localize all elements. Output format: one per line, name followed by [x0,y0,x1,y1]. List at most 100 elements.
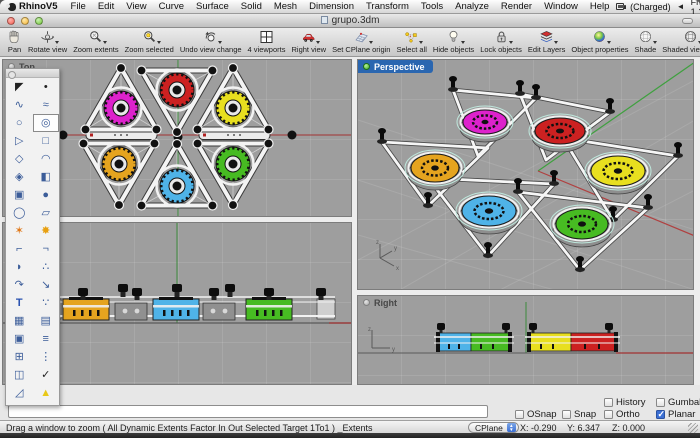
viewport-right-label[interactable]: Right [358,296,405,309]
toolbar-button-hide-objects[interactable]: Hide objects [433,29,474,54]
toolbar-button-edit-layers[interactable]: Edit Layers [528,29,565,54]
sphere-tool-icon[interactable]: ● [33,186,60,204]
battery-icon[interactable] [616,3,627,10]
menu-item-dimension[interactable]: Dimension [303,1,360,12]
surface-tool-icon[interactable]: ◈ [6,168,33,186]
polygon-tool-icon[interactable]: ◇ [6,150,33,168]
gear-yellow[interactable] [211,86,255,130]
toolbar-button-lock-objects[interactable]: Lock objects [480,29,522,54]
front-block-orange[interactable] [62,297,110,321]
copy-tool-icon[interactable]: ◫ [6,366,33,384]
point-cloud-tool-icon[interactable]: ∴ [33,258,60,276]
toolbar-button-right-view[interactable]: Right view [291,29,326,54]
toolbar-button-set-cplane-origin[interactable]: Set CPlane origin [332,29,390,54]
viewport-perspective[interactable]: Perspective z y x [357,59,694,290]
point-edit-tool-icon[interactable]: ∵ [33,294,60,312]
cone-tool-icon[interactable]: ▲ [33,384,60,402]
menu-item-file[interactable]: File [65,1,92,12]
circle-tool-icon[interactable]: ○ [6,114,33,132]
menu-item-transform[interactable]: Transform [360,1,415,12]
front-block-blue[interactable] [152,297,200,321]
plane-tool-icon[interactable]: ▱ [33,204,60,222]
toolbar-button-zoom-selected[interactable]: Zoom selected [125,29,174,54]
toolbar-button-rotate-view[interactable]: Rotate view [28,29,67,54]
grid-array-tool-icon[interactable]: ⊞ [6,348,33,366]
extend-tool-icon[interactable]: ↘ [33,276,60,294]
planar-checkbox[interactable]: Planar [656,409,695,420]
snap-tool-icon[interactable]: ✶ [6,222,33,240]
rectangle-tool-icon[interactable]: □ [33,132,60,150]
gear-blue[interactable] [155,164,199,208]
fillet-tool-icon[interactable]: ⌐ [6,240,33,258]
menu-item-solid[interactable]: Solid [235,1,268,12]
patch-tool-icon[interactable]: ◧ [33,168,60,186]
menu-item-surface[interactable]: Surface [190,1,235,12]
explode-tool-icon[interactable]: ✸ [33,222,60,240]
toolbar-button-undo-view-change[interactable]: Undo view change [180,29,242,54]
gear-orange[interactable] [97,142,141,186]
menu-item-help[interactable]: Help [584,1,616,12]
persp-disk-yellow[interactable] [584,151,652,195]
viewport-perspective-label[interactable]: Perspective [358,60,433,73]
history-checkbox[interactable]: History [604,397,646,408]
arc-tool-icon[interactable]: ▷ [6,132,33,150]
blend-tool-icon[interactable]: ◗ [6,258,33,276]
array-tool-icon[interactable]: ▤ [33,312,60,330]
right-assembly-left[interactable] [434,323,514,352]
volume-icon[interactable]: ◄ [677,2,685,11]
right-assembly-right[interactable] [525,323,620,352]
menu-item-render[interactable]: Render [495,1,538,12]
persp-disk-magenta[interactable] [456,105,514,143]
toolbar-button-object-properties[interactable]: Object properties [571,29,629,54]
gear-green[interactable] [211,142,255,186]
menu-item-edit[interactable]: Edit [92,1,120,12]
front-block-green[interactable] [245,297,293,321]
rebuild-tool-icon[interactable]: ↷ [6,276,33,294]
menu-item-mesh[interactable]: Mesh [268,1,303,12]
text-tool-icon[interactable]: T [6,294,33,312]
check-tool-icon[interactable]: ✓ [33,366,60,384]
toolbar-toggle-lozenge[interactable] [682,18,693,24]
viewport-right[interactable]: Right z y [357,295,694,385]
trim-tool-icon[interactable]: ◿ [6,384,33,402]
dimension-tool-icon[interactable]: ≡ [33,330,60,348]
ellipse-tool-icon[interactable]: ◎ [32,114,59,132]
select-tool-icon[interactable]: ◤ [6,78,33,96]
curve-tool-icon[interactable]: ∿ [6,96,33,114]
box-tool-icon[interactable]: ▣ [6,186,33,204]
solid-edit-tool-icon[interactable]: ▣ [6,330,33,348]
ortho-checkbox[interactable]: Ortho [604,409,640,420]
cylinder-tool-icon[interactable]: ◯ [6,204,33,222]
gumball-checkbox[interactable]: Gumball [656,397,700,408]
persp-disk-orange[interactable] [404,149,466,191]
right-view-canvas[interactable]: z y [358,296,694,385]
toolbar-button-zoom-extents[interactable]: Zoom extents [73,29,119,54]
perspective-view-canvas[interactable]: z y x [358,60,694,290]
palette-header[interactable] [6,69,59,79]
snap-checkbox[interactable]: Snap [562,409,596,420]
freeform-tool-icon[interactable]: ◠ [33,150,60,168]
resize-grip[interactable] [688,423,698,433]
persp-disk-green[interactable] [549,204,615,248]
persp-disk-red[interactable] [528,113,592,153]
pin-tool-icon[interactable]: ⋮ [33,348,60,366]
menu-item-analyze[interactable]: Analyze [449,1,495,12]
point-tool-icon[interactable]: • [33,78,60,96]
osnap-checkbox[interactable]: OSnap [515,409,557,420]
persp-disk-blue[interactable] [455,191,523,235]
toolbar-button-pan[interactable]: Pan [7,29,22,54]
chamfer-tool-icon[interactable]: ¬ [33,240,60,258]
control-curve-tool-icon[interactable]: ≈ [33,96,60,114]
menu-item-view[interactable]: View [120,1,152,12]
toolbar-button-shaded-viewport[interactable]: Shaded viewport [662,29,700,54]
gear-magenta[interactable] [99,86,143,130]
toolbar-button-shade[interactable]: Shade [635,29,657,54]
gear-red[interactable] [155,68,199,112]
cplane-selector[interactable]: CPlane ▲ ▼ [468,422,519,433]
command-input[interactable] [8,405,488,418]
menu-item-window[interactable]: Window [538,1,584,12]
toolbar-button-select-all[interactable]: Select all [396,29,427,54]
menu-item-tools[interactable]: Tools [415,1,449,12]
block-tool-icon[interactable]: ▦ [6,312,33,330]
menu-item-curve[interactable]: Curve [153,1,190,12]
